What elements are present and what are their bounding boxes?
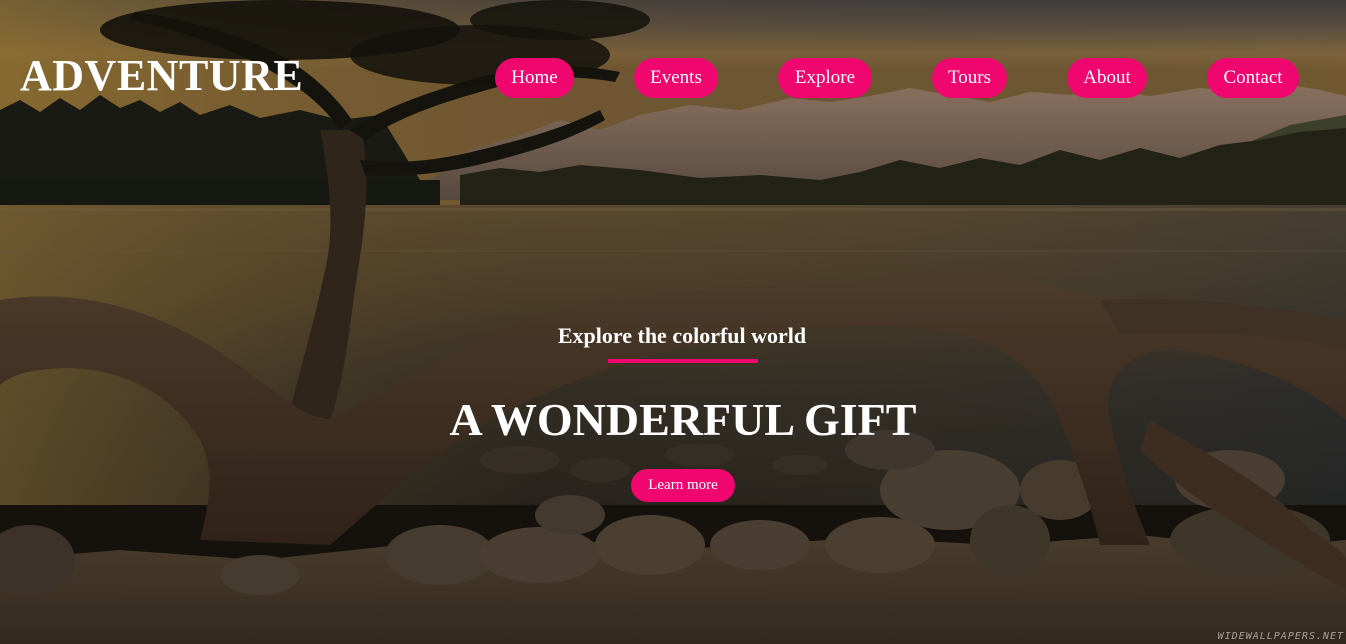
nav-item-home[interactable]: Home: [495, 58, 574, 98]
nav-item-explore[interactable]: Explore: [778, 58, 872, 98]
nav-item-events[interactable]: Events: [634, 58, 718, 98]
learn-more-button[interactable]: Learn more: [631, 469, 735, 502]
hero-subtitle: Explore the colorful world: [557, 323, 807, 348]
hero-divider: [608, 359, 758, 363]
nav-item-about[interactable]: About: [1067, 58, 1147, 98]
hero-headline: A WONDERFUL GIFT: [449, 394, 917, 445]
nav-item-tours[interactable]: Tours: [932, 58, 1007, 98]
hero-section: ADVENTURE Home Events Explore Tours Abou…: [0, 0, 1346, 644]
main-nav: Home Events Explore Tours About Contact: [0, 58, 1346, 98]
watermark: WIDEWALLPAPERS.NET: [1217, 631, 1344, 642]
nav-item-contact[interactable]: Contact: [1207, 58, 1299, 98]
